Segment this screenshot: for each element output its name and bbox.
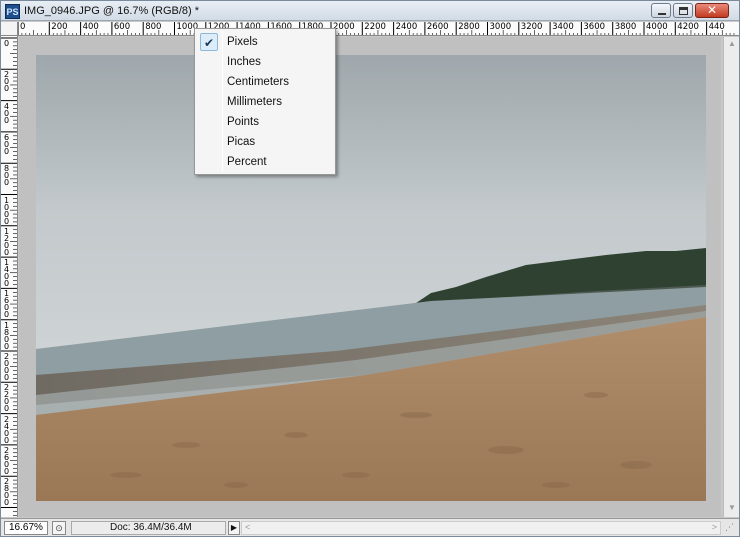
minimize-button[interactable] — [651, 3, 671, 18]
menu-item-points[interactable]: Points — [197, 112, 333, 132]
beach-photo — [36, 55, 706, 501]
horizontal-scrollbar[interactable]: < > — [241, 521, 721, 535]
vertical-ruler[interactable]: 0200400600800100012001400160018002000220… — [1, 36, 18, 517]
ruler-v-label: 0 — [4, 466, 10, 476]
close-button[interactable]: ✕ — [695, 3, 729, 18]
ruler-h-label: 3600 — [583, 22, 606, 32]
title-bar[interactable]: PS IMG_0946.JPG @ 16.7% (RGB/8) * ✕ — [1, 1, 739, 21]
ruler-h-label: 800 — [145, 22, 162, 32]
ruler-h-label: 600 — [113, 22, 131, 32]
ruler-h-label: 4200 — [677, 22, 699, 32]
ruler-v-label: 0 — [4, 373, 10, 382]
ruler-h-label: 4000 — [646, 22, 668, 32]
ruler-h-label: 200 — [51, 22, 68, 32]
ruler-h-label: 2400 — [395, 22, 418, 32]
ruler-h-label: 2200 — [364, 22, 386, 32]
ruler-v-label: 0 — [4, 341, 10, 351]
menu-item-pixels[interactable]: ✔ Pixels — [197, 32, 333, 52]
ruler-v-label: 0 — [4, 178, 10, 188]
canvas-area[interactable] — [19, 37, 721, 517]
zoom-level-field[interactable]: 16.67% — [4, 521, 48, 535]
ruler-v-label: 0 — [4, 310, 10, 320]
ruler-h-label: 400 — [82, 22, 99, 32]
status-menu-arrow-icon[interactable]: ▶ — [228, 521, 240, 535]
horizontal-ruler[interactable]: 0 200 400 600 800 1000 1200 1400 1600 1800 2000 220… — [18, 22, 739, 36]
scroll-left-icon[interactable]: < — [245, 522, 250, 532]
status-bar: 16.67% ⊙ Doc: 36.4M/36.4M ▶ < > ⋰ — [1, 518, 739, 536]
scroll-down-icon[interactable]: ▼ — [728, 503, 736, 512]
menu-item-centimeters[interactable]: Centimeters — [197, 72, 333, 92]
ruler-v-label: 0 — [4, 39, 10, 48]
maximize-icon — [679, 7, 688, 15]
menu-item-label: Pixels — [227, 36, 258, 48]
photoshop-app-icon: PS — [5, 4, 20, 19]
ruler-v-label: 0 — [4, 404, 10, 414]
vertical-scrollbar[interactable]: ▲ ▼ — [723, 37, 739, 517]
menu-item-label: Millimeters — [227, 96, 282, 108]
resize-grip-icon[interactable]: ⋰ — [725, 522, 737, 534]
document-size-info[interactable]: Doc: 36.4M/36.4M — [71, 521, 226, 535]
minimize-icon — [658, 13, 666, 15]
menu-item-percent[interactable]: Percent — [197, 152, 333, 172]
menu-item-millimeters[interactable]: Millimeters — [197, 92, 333, 112]
document-title: IMG_0946.JPG @ 16.7% (RGB/8) * — [24, 5, 200, 17]
ruler-h-label: 2600 — [426, 22, 449, 32]
ruler-origin[interactable] — [1, 22, 18, 36]
menu-item-label: Centimeters — [227, 76, 289, 88]
checkmark-icon: ✔ — [200, 33, 218, 51]
close-icon: ✕ — [706, 3, 718, 17]
ruler-h-label: 3000 — [489, 22, 512, 32]
ruler-h-label: 3200 — [520, 22, 543, 32]
ruler-v-label: 0 — [4, 216, 10, 226]
ruler-v-label: 0 — [4, 115, 10, 125]
ruler-h-label: 3400 — [552, 22, 574, 32]
ruler-v-label: 0 — [4, 84, 10, 94]
menu-item-label: Percent — [227, 156, 267, 168]
ruler-v-label: 0 — [4, 435, 10, 445]
ruler-v-label: 0 — [4, 247, 10, 257]
ruler-v-label: 0 — [4, 146, 10, 156]
ruler-v-label: 0 — [4, 279, 10, 289]
ruler-h-label: 3800 — [614, 22, 637, 32]
ruler-h-label: 0 — [20, 22, 26, 32]
menu-item-picas[interactable]: Picas — [197, 132, 333, 152]
menu-item-label: Picas — [227, 136, 256, 148]
ruler-units-context-menu: ✔ Pixels Inches Centimeters Millimeters Point… — [194, 28, 336, 175]
ruler-v-label: 0 — [4, 498, 10, 508]
menu-item-label: Points — [227, 116, 259, 128]
ruler-h-label: 440 — [708, 22, 725, 32]
maximize-button[interactable] — [673, 3, 693, 18]
scroll-up-icon[interactable]: ▲ — [728, 39, 736, 48]
ruler-h-label: 2800 — [458, 22, 480, 32]
scroll-right-icon[interactable]: > — [712, 522, 717, 532]
ruler-h-label: 2000 — [333, 22, 355, 32]
document-window: PS IMG_0946.JPG @ 16.7% (RGB/8) * ✕ 0 200… — [0, 0, 740, 537]
zoom-options-icon[interactable]: ⊙ — [52, 521, 66, 535]
menu-item-inches[interactable]: Inches — [197, 52, 333, 72]
menu-item-label: Inches — [227, 56, 261, 68]
